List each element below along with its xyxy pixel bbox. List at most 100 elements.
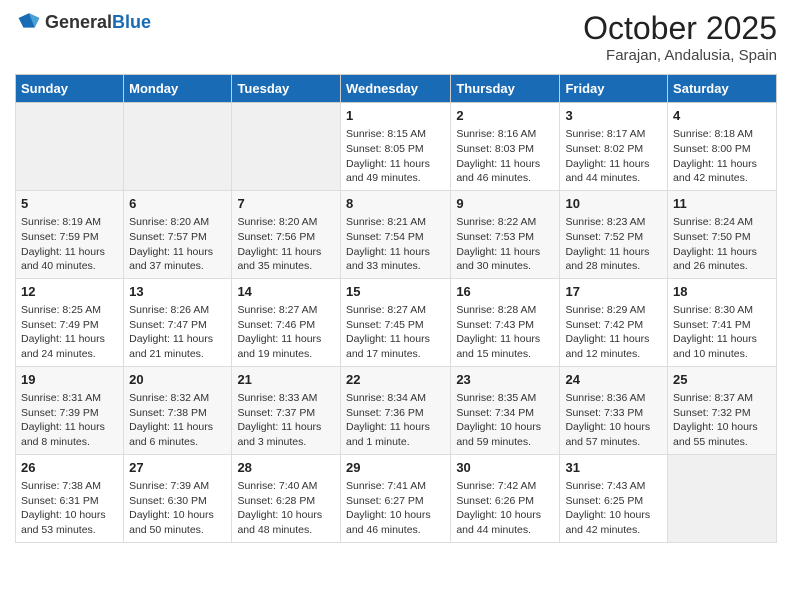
month-title: October 2025: [583, 10, 777, 47]
calendar-cell: [232, 103, 341, 191]
day-info: Sunrise: 8:20 AMSunset: 7:56 PMDaylight:…: [237, 215, 335, 274]
logo-text-general: General: [45, 12, 112, 32]
day-number: 26: [21, 459, 118, 477]
logo: GeneralBlue: [15, 10, 151, 34]
page-header: GeneralBlue October 2025 Farajan, Andalu…: [15, 10, 777, 64]
day-info: Sunrise: 8:29 AMSunset: 7:42 PMDaylight:…: [565, 303, 662, 362]
day-info: Sunrise: 7:38 AMSunset: 6:31 PMDaylight:…: [21, 479, 118, 538]
calendar-cell: 14 Sunrise: 8:27 AMSunset: 7:46 PMDayligh…: [232, 278, 341, 366]
title-block: October 2025 Farajan, Andalusia, Spain: [583, 10, 777, 64]
day-number: 29: [346, 459, 445, 477]
calendar-cell: 9 Sunrise: 8:22 AMSunset: 7:53 PMDaylight…: [451, 190, 560, 278]
day-number: 18: [673, 283, 771, 301]
calendar-cell: 21 Sunrise: 8:33 AMSunset: 7:37 PMDayligh…: [232, 366, 341, 454]
calendar-week-row: 26 Sunrise: 7:38 AMSunset: 6:31 PMDayligh…: [16, 454, 777, 542]
calendar-cell: 19 Sunrise: 8:31 AMSunset: 7:39 PMDayligh…: [16, 366, 124, 454]
day-info: Sunrise: 8:28 AMSunset: 7:43 PMDaylight:…: [456, 303, 554, 362]
calendar-week-row: 19 Sunrise: 8:31 AMSunset: 7:39 PMDayligh…: [16, 366, 777, 454]
calendar-cell: [16, 103, 124, 191]
day-info: Sunrise: 8:22 AMSunset: 7:53 PMDaylight:…: [456, 215, 554, 274]
day-info: Sunrise: 8:32 AMSunset: 7:38 PMDaylight:…: [129, 391, 226, 450]
day-number: 9: [456, 195, 554, 213]
day-number: 28: [237, 459, 335, 477]
logo-text-blue: Blue: [112, 12, 151, 32]
calendar-cell: 27Sunrise: 7:39 AMSunset: 6:30 PMDayligh…: [124, 454, 232, 542]
calendar-day-header: Wednesday: [340, 75, 450, 103]
day-number: 6: [129, 195, 226, 213]
calendar-cell: 30Sunrise: 7:42 AMSunset: 6:26 PMDayligh…: [451, 454, 560, 542]
day-number: 3: [565, 107, 662, 125]
calendar-cell: 2Sunrise: 8:16 AMSunset: 8:03 PMDaylight…: [451, 103, 560, 191]
day-number: 21: [237, 371, 335, 389]
calendar-cell: 10 Sunrise: 8:23 AMSunset: 7:52 PMDayligh…: [560, 190, 668, 278]
day-info: Sunrise: 8:31 AMSunset: 7:39 PMDaylight:…: [21, 391, 118, 450]
day-info: Sunrise: 7:41 AMSunset: 6:27 PMDaylight:…: [346, 479, 445, 538]
day-info: Sunrise: 8:20 AMSunset: 7:57 PMDaylight:…: [129, 215, 226, 274]
calendar-cell: [668, 454, 777, 542]
calendar-day-header: Thursday: [451, 75, 560, 103]
calendar-cell: 8Sunrise: 8:21 AMSunset: 7:54 PMDaylight…: [340, 190, 450, 278]
calendar-cell: 7 Sunrise: 8:20 AMSunset: 7:56 PMDaylight…: [232, 190, 341, 278]
calendar-cell: 4 Sunrise: 8:18 AMSunset: 8:00 PMDaylight…: [668, 103, 777, 191]
calendar-cell: 24 Sunrise: 8:36 AMSunset: 7:33 PMDayligh…: [560, 366, 668, 454]
calendar-cell: 11Sunrise: 8:24 AMSunset: 7:50 PMDayligh…: [668, 190, 777, 278]
day-info: Sunrise: 8:24 AMSunset: 7:50 PMDaylight:…: [673, 215, 771, 274]
day-number: 24: [565, 371, 662, 389]
calendar-cell: 6 Sunrise: 8:20 AMSunset: 7:57 PMDaylight…: [124, 190, 232, 278]
day-info: Sunrise: 8:27 AMSunset: 7:46 PMDaylight:…: [237, 303, 335, 362]
calendar-cell: 15Sunrise: 8:27 AMSunset: 7:45 PMDayligh…: [340, 278, 450, 366]
day-info: Sunrise: 8:25 AMSunset: 7:49 PMDaylight:…: [21, 303, 118, 362]
calendar-cell: 25 Sunrise: 8:37 AMSunset: 7:32 PMDayligh…: [668, 366, 777, 454]
day-info: Sunrise: 8:15 AMSunset: 8:05 PMDaylight:…: [346, 127, 445, 186]
calendar-cell: 29 Sunrise: 7:41 AMSunset: 6:27 PMDayligh…: [340, 454, 450, 542]
day-info: Sunrise: 8:27 AMSunset: 7:45 PMDaylight:…: [346, 303, 445, 362]
day-number: 20: [129, 371, 226, 389]
calendar-table: SundayMondayTuesdayWednesdayThursdayFrid…: [15, 74, 777, 543]
calendar-day-header: Friday: [560, 75, 668, 103]
day-number: 19: [21, 371, 118, 389]
day-number: 2: [456, 107, 554, 125]
calendar-cell: 13Sunrise: 8:26 AMSunset: 7:47 PMDayligh…: [124, 278, 232, 366]
day-info: Sunrise: 8:36 AMSunset: 7:33 PMDaylight:…: [565, 391, 662, 450]
day-number: 12: [21, 283, 118, 301]
day-number: 10: [565, 195, 662, 213]
day-number: 16: [456, 283, 554, 301]
calendar-day-header: Tuesday: [232, 75, 341, 103]
calendar-cell: 3 Sunrise: 8:17 AMSunset: 8:02 PMDaylight…: [560, 103, 668, 191]
day-number: 13: [129, 283, 226, 301]
calendar-day-header: Sunday: [16, 75, 124, 103]
day-info: Sunrise: 8:34 AMSunset: 7:36 PMDaylight:…: [346, 391, 445, 450]
day-number: 7: [237, 195, 335, 213]
day-info: Sunrise: 8:30 AMSunset: 7:41 PMDaylight:…: [673, 303, 771, 362]
day-number: 5: [21, 195, 118, 213]
day-number: 25: [673, 371, 771, 389]
calendar-cell: 23 Sunrise: 8:35 AMSunset: 7:34 PMDayligh…: [451, 366, 560, 454]
calendar-cell: 18 Sunrise: 8:30 AMSunset: 7:41 PMDayligh…: [668, 278, 777, 366]
logo-icon: [17, 10, 41, 34]
day-info: Sunrise: 8:17 AMSunset: 8:02 PMDaylight:…: [565, 127, 662, 186]
day-info: Sunrise: 8:23 AMSunset: 7:52 PMDaylight:…: [565, 215, 662, 274]
day-number: 17: [565, 283, 662, 301]
day-number: 30: [456, 459, 554, 477]
day-number: 1: [346, 107, 445, 125]
day-number: 23: [456, 371, 554, 389]
calendar-week-row: 5 Sunrise: 8:19 AMSunset: 7:59 PMDaylight…: [16, 190, 777, 278]
day-number: 8: [346, 195, 445, 213]
calendar-body: 1 Sunrise: 8:15 AMSunset: 8:05 PMDaylight…: [16, 103, 777, 543]
calendar-day-header: Saturday: [668, 75, 777, 103]
calendar-cell: 1 Sunrise: 8:15 AMSunset: 8:05 PMDaylight…: [340, 103, 450, 191]
calendar-cell: 17 Sunrise: 8:29 AMSunset: 7:42 PMDayligh…: [560, 278, 668, 366]
calendar-week-row: 12 Sunrise: 8:25 AMSunset: 7:49 PMDayligh…: [16, 278, 777, 366]
day-info: Sunrise: 8:33 AMSunset: 7:37 PMDaylight:…: [237, 391, 335, 450]
calendar-cell: 20 Sunrise: 8:32 AMSunset: 7:38 PMDayligh…: [124, 366, 232, 454]
day-number: 31: [565, 459, 662, 477]
day-info: Sunrise: 8:18 AMSunset: 8:00 PMDaylight:…: [673, 127, 771, 186]
day-number: 4: [673, 107, 771, 125]
day-number: 27: [129, 459, 226, 477]
day-number: 14: [237, 283, 335, 301]
calendar-cell: 26 Sunrise: 7:38 AMSunset: 6:31 PMDayligh…: [16, 454, 124, 542]
day-info: Sunrise: 8:35 AMSunset: 7:34 PMDaylight:…: [456, 391, 554, 450]
day-info: Sunrise: 8:37 AMSunset: 7:32 PMDaylight:…: [673, 391, 771, 450]
calendar-cell: 16 Sunrise: 8:28 AMSunset: 7:43 PMDayligh…: [451, 278, 560, 366]
day-info: Sunrise: 8:19 AMSunset: 7:59 PMDaylight:…: [21, 215, 118, 274]
